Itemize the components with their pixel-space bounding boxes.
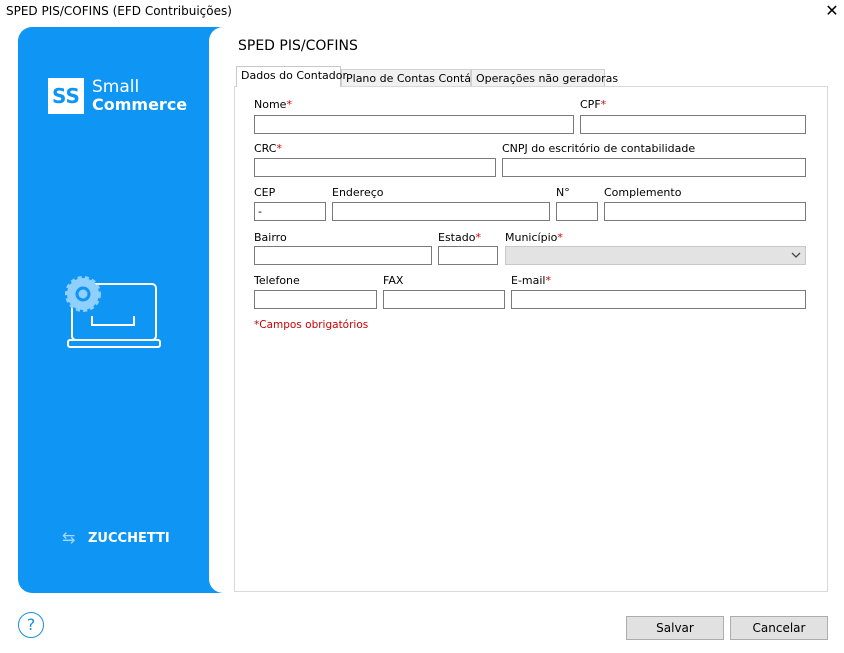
email-input[interactable] bbox=[511, 290, 806, 309]
zucchetti-logo-icon: ⇆ bbox=[62, 528, 76, 547]
municipio-label: Município* bbox=[505, 231, 563, 244]
save-button[interactable]: Salvar bbox=[626, 616, 724, 640]
estado-input[interactable] bbox=[438, 246, 498, 265]
telefone-input[interactable] bbox=[254, 290, 377, 309]
fax-label: FAX bbox=[383, 274, 404, 287]
nome-input[interactable] bbox=[254, 115, 574, 134]
close-button[interactable]: ✕ bbox=[822, 1, 842, 20]
required-fields-note: *Campos obrigatórios bbox=[254, 319, 369, 331]
laptop-gear-icon bbox=[65, 276, 161, 348]
chevron-down-icon bbox=[791, 252, 801, 258]
crc-input[interactable] bbox=[254, 158, 496, 177]
brand-line1: Small bbox=[92, 77, 140, 97]
cpf-input[interactable] bbox=[580, 115, 806, 134]
page-title: SPED PIS/COFINS bbox=[238, 38, 358, 54]
telefone-label: Telefone bbox=[254, 274, 300, 287]
email-label: E-mail* bbox=[511, 274, 551, 287]
cep-label: CEP bbox=[254, 186, 276, 199]
tab-dados-contador[interactable]: Dados do Contador bbox=[236, 66, 347, 87]
cep-input[interactable] bbox=[254, 202, 326, 221]
crc-label: CRC* bbox=[254, 142, 282, 155]
bairro-label: Bairro bbox=[254, 231, 287, 244]
tab-plano-contas[interactable]: Plano de Contas Contábil bbox=[341, 69, 484, 87]
help-button[interactable]: ? bbox=[18, 612, 44, 638]
fax-input[interactable] bbox=[383, 290, 505, 309]
estado-label: Estado* bbox=[438, 231, 481, 244]
complemento-input[interactable] bbox=[604, 202, 806, 221]
cancel-button[interactable]: Cancelar bbox=[730, 616, 828, 640]
cnpj-label: CNPJ do escritório de contabilidade bbox=[502, 142, 696, 155]
numero-input[interactable] bbox=[556, 202, 598, 221]
nome-label: Nome* bbox=[254, 98, 292, 111]
endereco-label: Endereço bbox=[332, 186, 384, 199]
municipio-select[interactable] bbox=[505, 246, 806, 265]
bairro-input[interactable] bbox=[254, 246, 432, 265]
brand-line2: Commerce bbox=[92, 95, 188, 114]
endereco-input[interactable] bbox=[332, 202, 550, 221]
cpf-label: CPF* bbox=[580, 98, 607, 111]
small-commerce-logo-icon: SS bbox=[48, 78, 84, 114]
tab-operacoes[interactable]: Operações não geradoras bbox=[471, 69, 618, 87]
complemento-label: Complemento bbox=[604, 186, 682, 199]
zucchetti-logo: ZUCCHETTI bbox=[88, 531, 170, 546]
cnpj-input[interactable] bbox=[502, 158, 806, 177]
numero-label: N° bbox=[556, 186, 570, 199]
window-title: SPED PIS/COFINS (EFD Contribuições) bbox=[6, 4, 232, 18]
